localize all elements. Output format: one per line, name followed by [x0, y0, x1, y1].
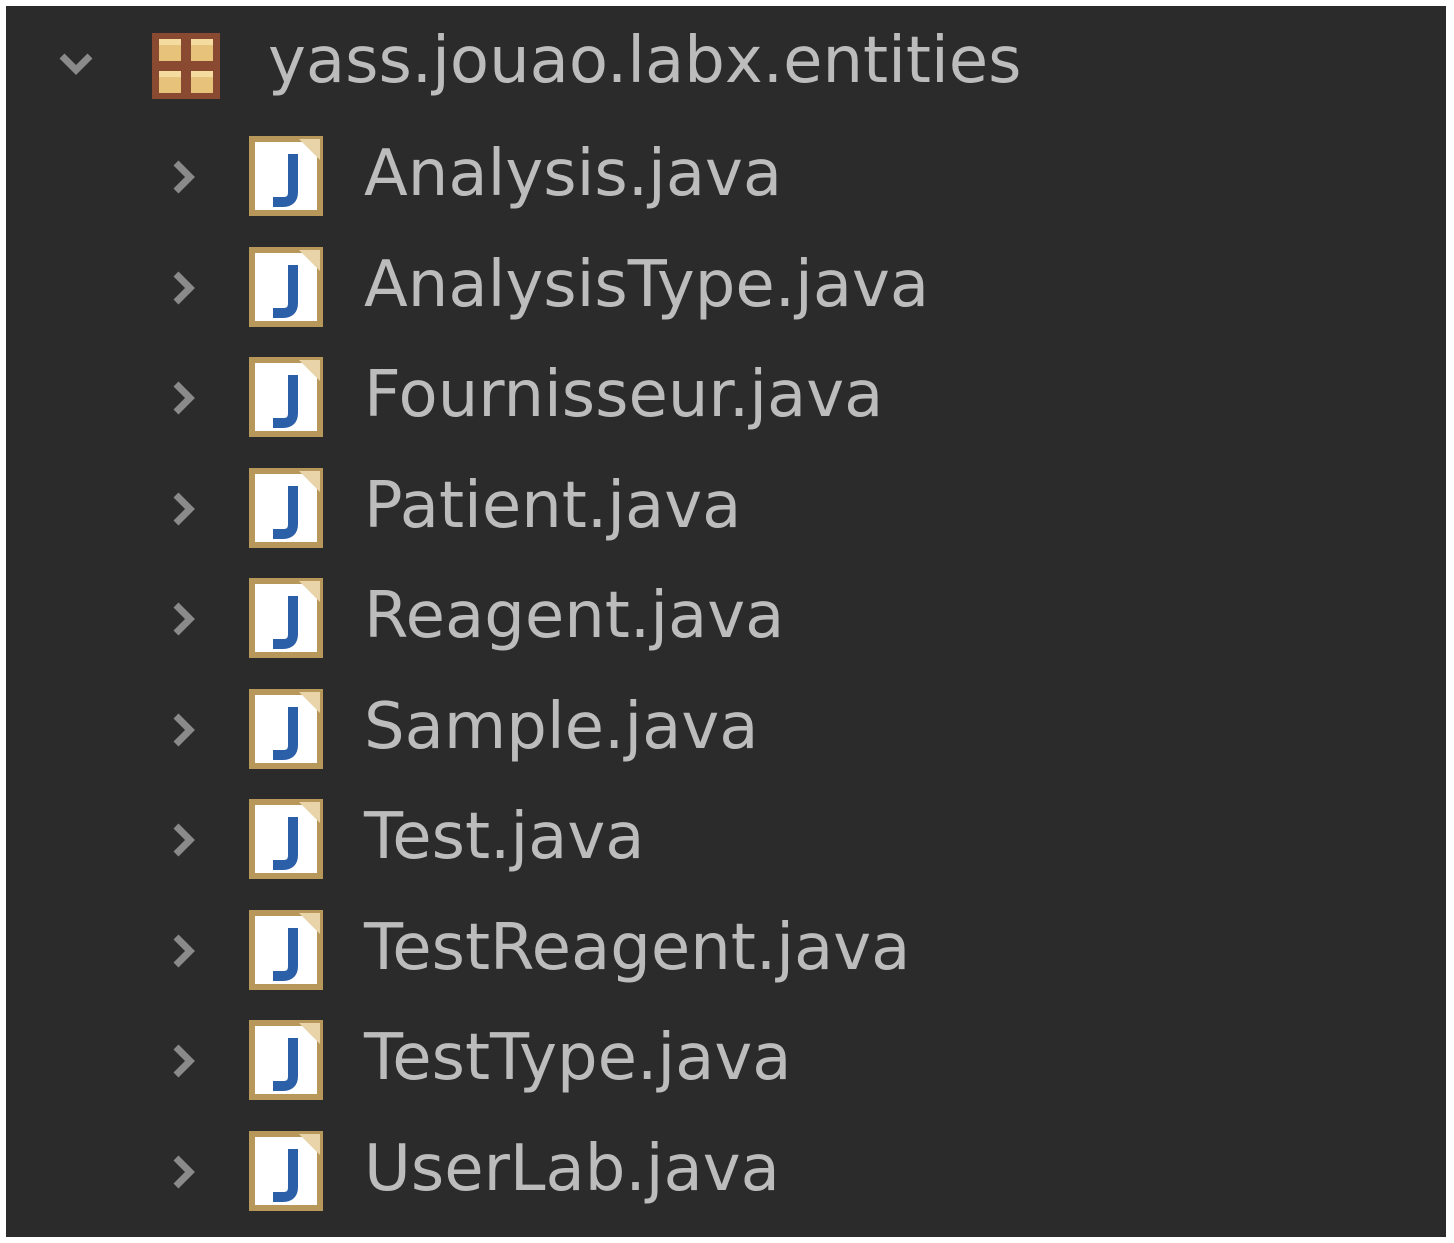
java-file-node[interactable]: Patient.java: [6, 451, 1446, 561]
java-file-node[interactable]: Analysis.java: [6, 119, 1446, 229]
file-name: UserLab.java: [364, 1131, 780, 1206]
chevron-right-icon[interactable]: [164, 1152, 204, 1192]
file-name: Reagent.java: [364, 579, 785, 653]
java-file-node[interactable]: Test.java: [6, 782, 1446, 892]
package-node[interactable]: yass.jouao.labx.entities: [6, 6, 1446, 116]
java-file-node[interactable]: Reagent.java: [6, 561, 1446, 671]
java-file-icon: [249, 357, 323, 437]
java-file-icon: [249, 136, 323, 216]
package-name: yass.jouao.labx.entities: [268, 24, 1022, 98]
chevron-right-icon[interactable]: [164, 378, 204, 418]
java-file-node[interactable]: TestType.java: [6, 1003, 1446, 1113]
java-file-node[interactable]: AnalysisType.java: [6, 230, 1446, 340]
java-file-node[interactable]: UserLab.java: [6, 1114, 1446, 1224]
java-file-node[interactable]: TestReagent.java: [6, 893, 1446, 1003]
java-file-icon: [249, 467, 323, 548]
chevron-right-icon[interactable]: [164, 710, 204, 750]
chevron-right-icon[interactable]: [164, 820, 204, 860]
chevron-right-icon[interactable]: [164, 489, 204, 529]
file-name: Test.java: [364, 800, 645, 874]
package-explorer-tree: yass.jouao.labx.entities Analysis.java An…: [6, 6, 1446, 1237]
file-name: Sample.java: [364, 689, 759, 764]
java-file-icon: [249, 688, 323, 769]
file-name: Patient.java: [364, 468, 742, 543]
file-name: Analysis.java: [364, 137, 783, 211]
chevron-right-icon[interactable]: [164, 268, 204, 308]
java-file-node[interactable]: Sample.java: [6, 672, 1446, 782]
java-file-icon: [249, 246, 323, 327]
chevron-down-icon[interactable]: [56, 44, 96, 84]
chevron-right-icon[interactable]: [164, 1041, 204, 1081]
java-file-icon: [249, 909, 323, 990]
chevron-right-icon[interactable]: [164, 599, 204, 639]
file-name: Fournisseur.java: [364, 358, 884, 432]
package-icon: [152, 33, 220, 99]
file-name: AnalysisType.java: [364, 247, 930, 322]
chevron-right-icon[interactable]: [164, 157, 204, 197]
java-file-icon: [249, 1020, 323, 1100]
java-file-icon: [249, 799, 323, 879]
file-name: TestType.java: [364, 1021, 792, 1095]
java-file-icon: [249, 578, 323, 658]
chevron-right-icon[interactable]: [164, 931, 204, 971]
file-name: TestReagent.java: [364, 910, 911, 985]
java-file-node[interactable]: Fournisseur.java: [6, 340, 1446, 450]
java-file-icon: [249, 1130, 323, 1211]
